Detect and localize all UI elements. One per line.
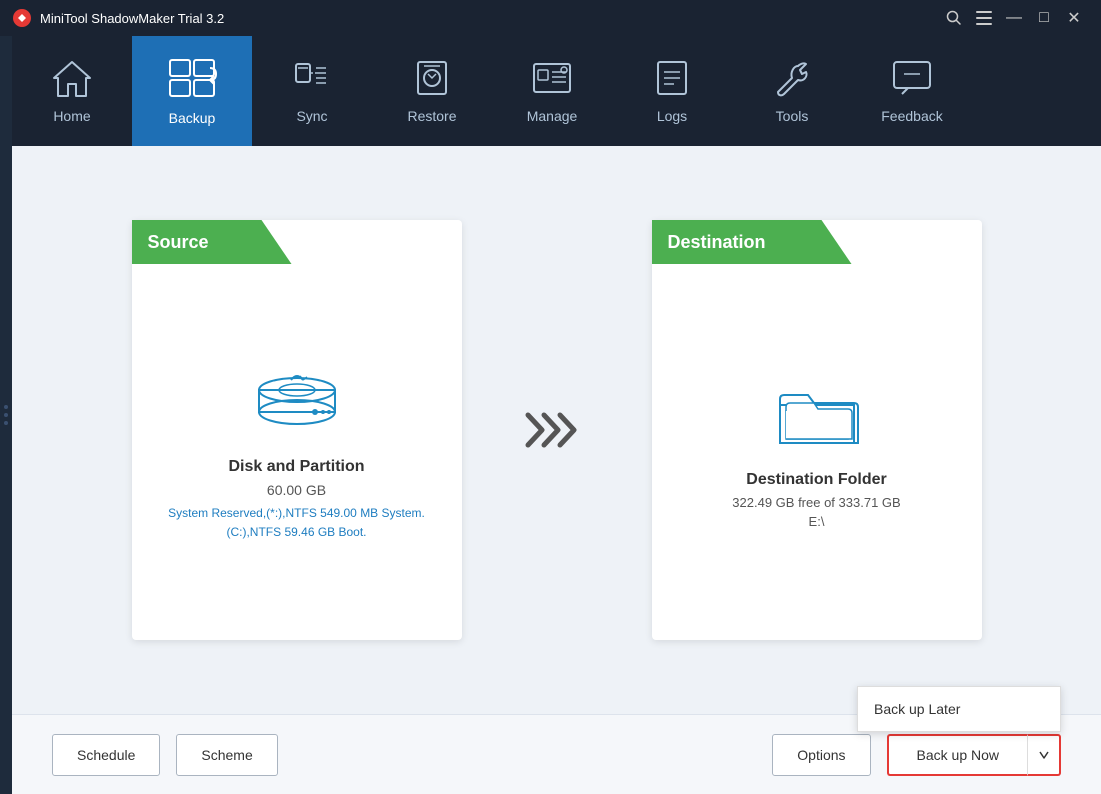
- backup-group: Back up Now Back up Later: [887, 734, 1061, 776]
- nav-item-restore[interactable]: Restore: [372, 36, 492, 146]
- backup-now-button[interactable]: Back up Now: [887, 734, 1027, 776]
- destination-free: 322.49 GB free of 333.71 GB: [732, 495, 900, 510]
- left-bar: [0, 36, 12, 794]
- logs-icon: [650, 58, 694, 98]
- nav-label-home: Home: [53, 108, 90, 124]
- bottom-bar: Schedule Scheme Options Back up Now Back…: [12, 714, 1101, 794]
- title-bar: MiniTool ShadowMaker Trial 3.2 — □ ✕: [0, 0, 1101, 36]
- menu-button[interactable]: [969, 4, 999, 32]
- destination-title: Destination Folder: [746, 471, 886, 489]
- options-button[interactable]: Options: [772, 734, 870, 776]
- disk-icon: [247, 362, 347, 442]
- scheme-button[interactable]: Scheme: [176, 734, 277, 776]
- nav-item-manage[interactable]: Manage: [492, 36, 612, 146]
- tools-icon: [770, 58, 814, 98]
- search-button[interactable]: [939, 4, 969, 32]
- nav-label-manage: Manage: [527, 108, 578, 124]
- nav-label-feedback: Feedback: [881, 108, 942, 124]
- nav-label-logs: Logs: [657, 108, 687, 124]
- source-content: Disk and Partition 60.00 GB System Reser…: [152, 284, 442, 620]
- destination-label: Destination: [668, 232, 766, 253]
- nav-label-tools: Tools: [776, 108, 809, 124]
- restore-icon: [410, 58, 454, 98]
- source-label: Source: [148, 232, 209, 253]
- nav-item-tools[interactable]: Tools: [732, 36, 852, 146]
- app-title: MiniTool ShadowMaker Trial 3.2: [40, 11, 939, 26]
- feedback-icon: [890, 58, 934, 98]
- backup-dropdown-menu: Back up Later: [857, 686, 1061, 732]
- source-description: System Reserved,(*:),NTFS 549.00 MB Syst…: [152, 504, 442, 542]
- folder-icon: [772, 375, 862, 455]
- forward-arrow: [522, 405, 592, 455]
- nav-label-sync: Sync: [296, 108, 327, 124]
- destination-card[interactable]: Destination Destination Folder 322.49 GB…: [652, 220, 982, 640]
- minimize-button[interactable]: —: [999, 4, 1029, 32]
- nav-item-sync[interactable]: Sync: [252, 36, 372, 146]
- manage-icon: [530, 58, 574, 98]
- destination-content: Destination Folder 322.49 GB free of 333…: [672, 284, 962, 620]
- nav-label-restore: Restore: [407, 108, 456, 124]
- schedule-button[interactable]: Schedule: [52, 734, 160, 776]
- source-header: Source: [132, 220, 292, 264]
- backup-icon: [166, 56, 218, 100]
- nav-item-home[interactable]: Home: [12, 36, 132, 146]
- source-size: 60.00 GB: [267, 482, 326, 498]
- source-card[interactable]: Source Disk and Partition 60.00 GB: [132, 220, 462, 640]
- chevron-down-icon: [1039, 751, 1049, 759]
- main-content: Source Disk and Partition 60.00 GB: [12, 146, 1101, 714]
- source-title: Disk and Partition: [228, 458, 364, 476]
- nav-label-backup: Backup: [169, 110, 216, 126]
- nav-bar: Home Backup Sync Restore: [12, 36, 1101, 146]
- app-logo: [12, 8, 32, 28]
- sync-icon: [290, 58, 334, 98]
- backup-dropdown-button[interactable]: [1027, 734, 1061, 776]
- arrow-container: [522, 405, 592, 455]
- destination-drive: E:\: [809, 514, 825, 529]
- nav-item-feedback[interactable]: Feedback: [852, 36, 972, 146]
- nav-item-backup[interactable]: Backup: [132, 36, 252, 146]
- maximize-button[interactable]: □: [1029, 4, 1059, 32]
- destination-header: Destination: [652, 220, 852, 264]
- backup-later-item[interactable]: Back up Later: [858, 687, 1060, 731]
- close-button[interactable]: ✕: [1059, 4, 1089, 32]
- home-icon: [50, 58, 94, 98]
- nav-item-logs[interactable]: Logs: [612, 36, 732, 146]
